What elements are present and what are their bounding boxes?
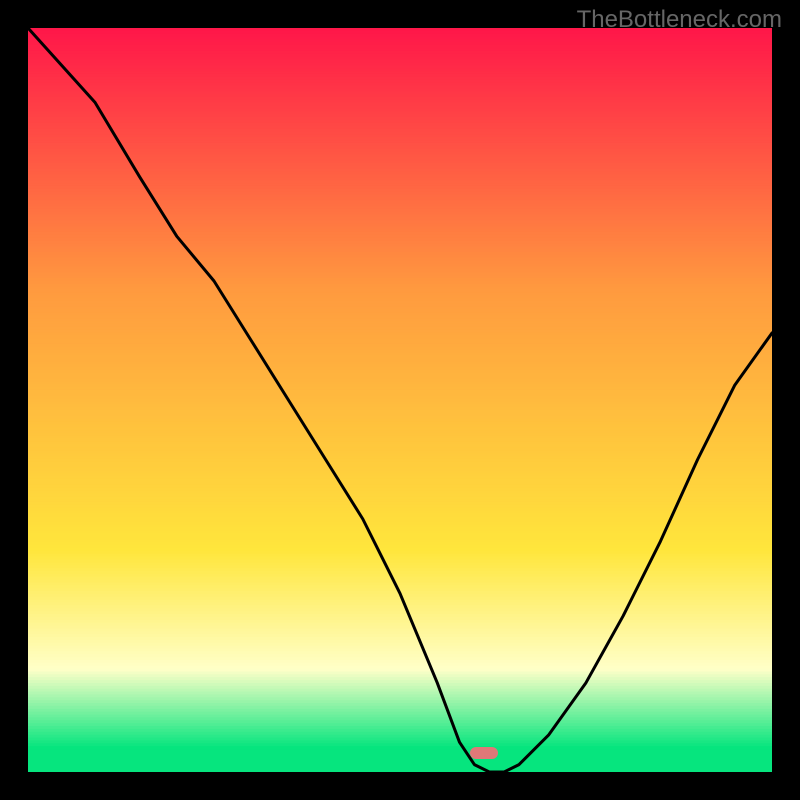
gradient-background [28,28,772,772]
minimum-marker [470,747,498,759]
plot-area [28,28,772,772]
chart-frame: TheBottleneck.com [0,0,800,800]
chart-svg [28,28,772,772]
watermark-text: TheBottleneck.com [577,6,782,34]
